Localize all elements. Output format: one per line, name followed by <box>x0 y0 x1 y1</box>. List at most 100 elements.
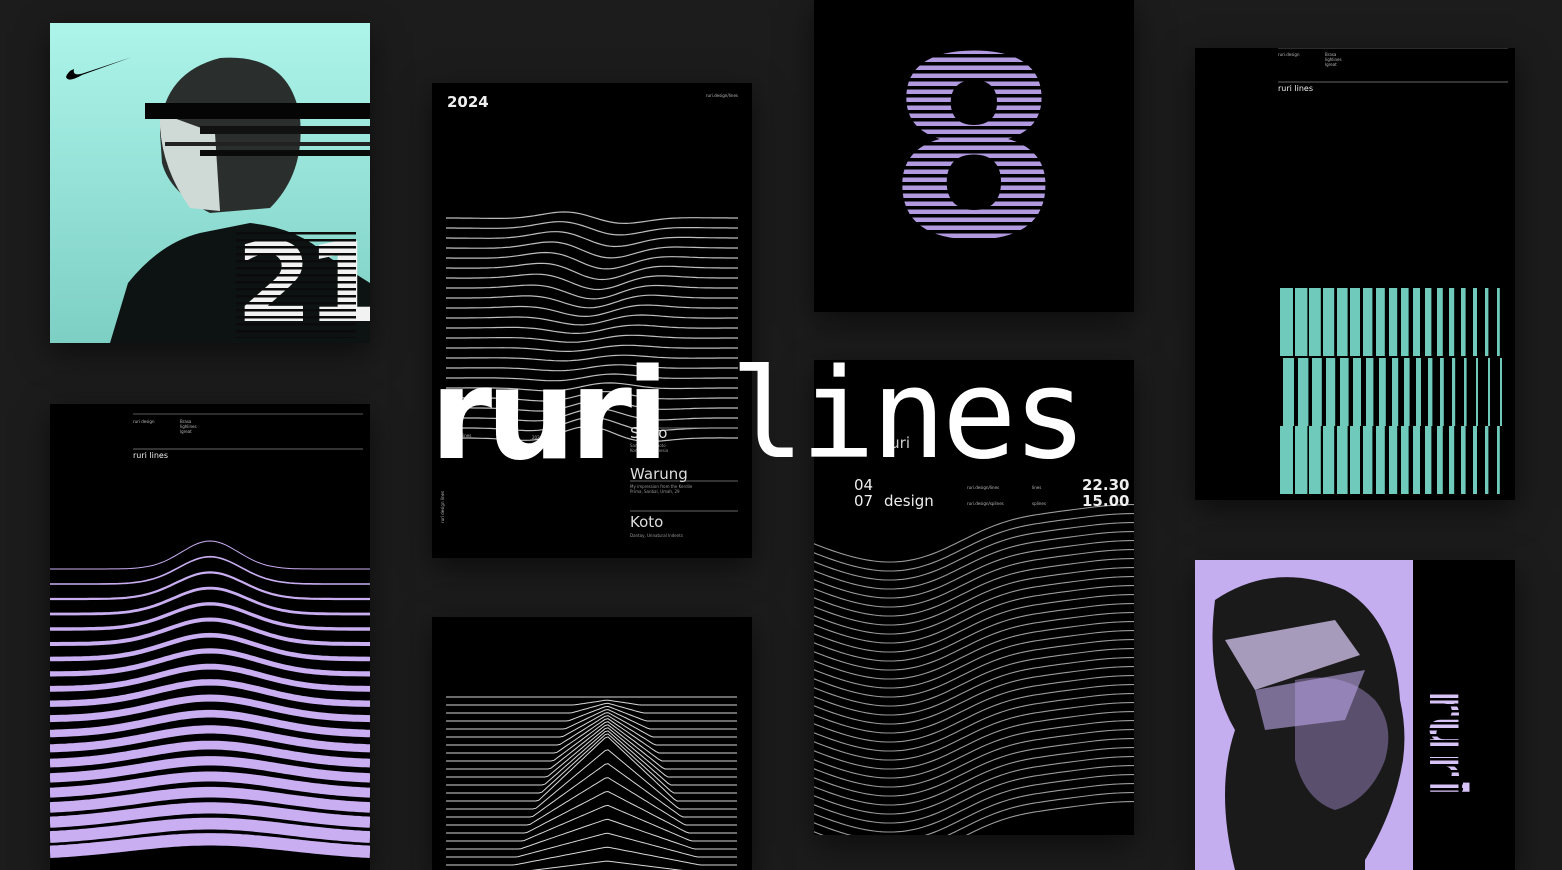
bar <box>1440 358 1444 426</box>
bar <box>1449 288 1455 356</box>
bulge-line <box>50 617 370 646</box>
wave-line <box>446 304 738 318</box>
bulge-lines <box>50 413 370 858</box>
bar <box>1350 426 1360 494</box>
item-sub: Dantay, Unnatural Indents <box>630 533 683 538</box>
bar <box>1280 288 1293 356</box>
poster-eight[interactable]: 8 <box>814 0 1134 312</box>
poster-brand: ruri design <box>133 419 155 424</box>
bar <box>1461 288 1466 356</box>
mountain-lines <box>446 696 737 870</box>
bar <box>1309 288 1321 356</box>
bar <box>1497 288 1500 356</box>
hero-wordmark: ruri lines <box>430 340 1150 490</box>
bar <box>1309 426 1321 494</box>
bar <box>1337 288 1348 356</box>
poster-nike[interactable]: 21 <box>50 23 370 343</box>
poster-year: 2024 <box>447 93 489 111</box>
bulge-line <box>50 540 370 570</box>
bar <box>1449 426 1455 494</box>
mountain-line <box>446 749 737 810</box>
wave-line <box>446 251 738 270</box>
bar <box>1350 288 1360 356</box>
bulge-line <box>50 632 370 662</box>
schedule-day: 07 <box>854 492 874 510</box>
bar <box>1363 426 1373 494</box>
bar <box>1485 288 1489 356</box>
mountain-line <box>446 790 737 834</box>
bar <box>1488 358 1490 426</box>
bar <box>1295 288 1308 356</box>
side-text: ruri design lines <box>440 490 445 523</box>
ribbon-line <box>814 765 1134 824</box>
bar <box>1473 426 1477 494</box>
bar <box>1389 288 1398 356</box>
wave-line <box>446 324 738 334</box>
bar <box>1452 358 1456 426</box>
bar <box>1280 426 1293 494</box>
bar <box>1413 426 1420 494</box>
mountain-line <box>446 832 737 858</box>
wave-line <box>446 284 738 300</box>
poster-lavender-portrait[interactable]: ruri <box>1195 560 1515 870</box>
mountain-line <box>446 804 737 842</box>
bar <box>1379 358 1386 426</box>
bar <box>1476 358 1478 426</box>
mountain-line <box>446 818 737 850</box>
poster-header-tag: ruri.design/lines <box>705 93 738 98</box>
bar <box>1323 288 1335 356</box>
bulge-line <box>50 602 370 631</box>
wave-line <box>446 294 738 309</box>
bar <box>1283 358 1294 426</box>
bar <box>1353 358 1361 426</box>
bar <box>1500 358 1502 426</box>
schedule-name: design <box>884 492 934 510</box>
bar <box>1366 358 1374 426</box>
bar <box>1473 288 1477 356</box>
mountain-line <box>446 733 737 794</box>
wordmark-mono: lines <box>730 343 1087 487</box>
bulge-line <box>50 555 370 585</box>
bar <box>1389 426 1398 494</box>
schedule-link: ruri.design/splines <box>967 501 1004 506</box>
striped-eight: 8 <box>874 20 1074 280</box>
mountain-line <box>446 699 737 706</box>
bar <box>1404 358 1410 426</box>
wave-line <box>446 211 738 225</box>
bar <box>1425 288 1432 356</box>
wave-line <box>446 231 738 248</box>
ribbon-line <box>814 783 1134 835</box>
bar <box>1413 288 1420 356</box>
poster-mint-bars[interactable]: ruri.design Brasa lighlines lgreat ruri … <box>1195 48 1515 500</box>
poster-meta: Brasa lighlines lgreat <box>180 419 197 434</box>
bar <box>1376 288 1385 356</box>
bar <box>1376 426 1385 494</box>
bar <box>1326 358 1336 426</box>
poster-lavender-lines[interactable]: ruri design Brasa lighlines lgreat ruri … <box>50 404 370 870</box>
mountain-line <box>530 860 684 870</box>
bar <box>1363 288 1373 356</box>
bar <box>1425 426 1432 494</box>
bulge-line <box>50 833 370 858</box>
bar <box>1437 426 1443 494</box>
bulge-line <box>50 648 370 677</box>
bar <box>1437 288 1443 356</box>
bar <box>1497 426 1500 494</box>
bar <box>1485 426 1489 494</box>
poster-mountain-lines[interactable] <box>432 617 752 870</box>
mountain-line <box>446 721 737 762</box>
bar <box>1312 358 1322 426</box>
schedule-tag: splines <box>1032 501 1046 506</box>
bar <box>1401 426 1409 494</box>
bar <box>1401 288 1409 356</box>
schedule-time: 15.00 <box>1082 492 1130 510</box>
bar <box>1392 358 1399 426</box>
bar-grid <box>1278 48 1508 494</box>
mountain-line <box>446 705 737 722</box>
bar <box>1461 426 1466 494</box>
poster-brand: ruri.design <box>1278 52 1300 57</box>
bulge-line <box>50 571 370 601</box>
bar <box>1464 358 1467 426</box>
bar <box>1428 358 1433 426</box>
wave-line <box>446 241 738 259</box>
